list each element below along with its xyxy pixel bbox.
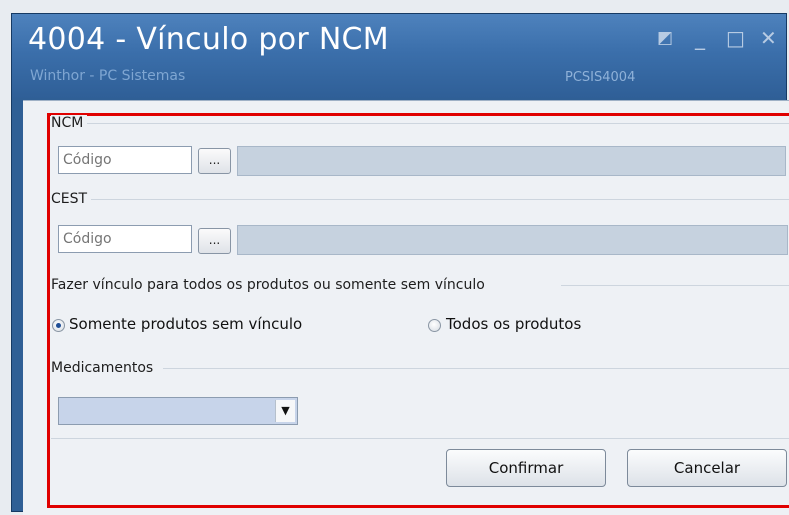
divider — [163, 368, 789, 369]
confirm-button[interactable]: Confirmar — [446, 449, 606, 487]
close-icon[interactable]: ✕ — [760, 28, 777, 48]
cest-code-input[interactable] — [58, 225, 192, 253]
ncm-group-label: NCM — [51, 115, 88, 131]
ncm-description-field — [237, 146, 786, 176]
chevron-down-icon[interactable]: ▼ — [275, 400, 295, 422]
program-code: PCSIS4004 — [565, 70, 636, 85]
cancel-button[interactable]: Cancelar — [627, 449, 787, 487]
vinculo-group-label: Fazer vínculo para todos os produtos ou … — [51, 277, 489, 293]
restore-icon[interactable]: ◩ — [657, 28, 673, 48]
ncm-code-input[interactable] — [58, 146, 192, 174]
radio-sem-vinculo-label[interactable]: Somente produtos sem vínculo — [69, 315, 302, 333]
divider — [89, 199, 789, 200]
window-title: 4004 - Vínculo por NCM — [28, 22, 389, 57]
radio-todos-label[interactable]: Todos os produtos — [446, 315, 581, 333]
cest-description-field — [237, 225, 788, 255]
cest-lookup-button[interactable]: ... — [198, 228, 231, 254]
divider — [51, 438, 789, 439]
divider — [59, 123, 789, 124]
window-subtitle: Winthor - PC Sistemas — [30, 68, 186, 84]
medicamentos-group-label: Medicamentos — [51, 360, 158, 376]
ncm-lookup-button[interactable]: ... — [198, 148, 231, 174]
dialog-body: NCM ... CEST ... Fazer vínculo para todo… — [23, 100, 789, 515]
dialog-window: 4004 - Vínculo por NCM Winthor - PC Sist… — [11, 13, 789, 515]
radio-todos[interactable] — [428, 319, 441, 332]
maximize-icon[interactable]: □ — [726, 28, 745, 48]
medicamentos-select[interactable]: ▼ — [58, 397, 298, 425]
title-bar[interactable]: 4004 - Vínculo por NCM Winthor - PC Sist… — [12, 14, 786, 98]
radio-sem-vinculo[interactable] — [52, 319, 65, 332]
cest-group-label: CEST — [51, 191, 92, 207]
minimize-icon[interactable]: _ — [695, 28, 705, 48]
divider — [561, 285, 789, 286]
